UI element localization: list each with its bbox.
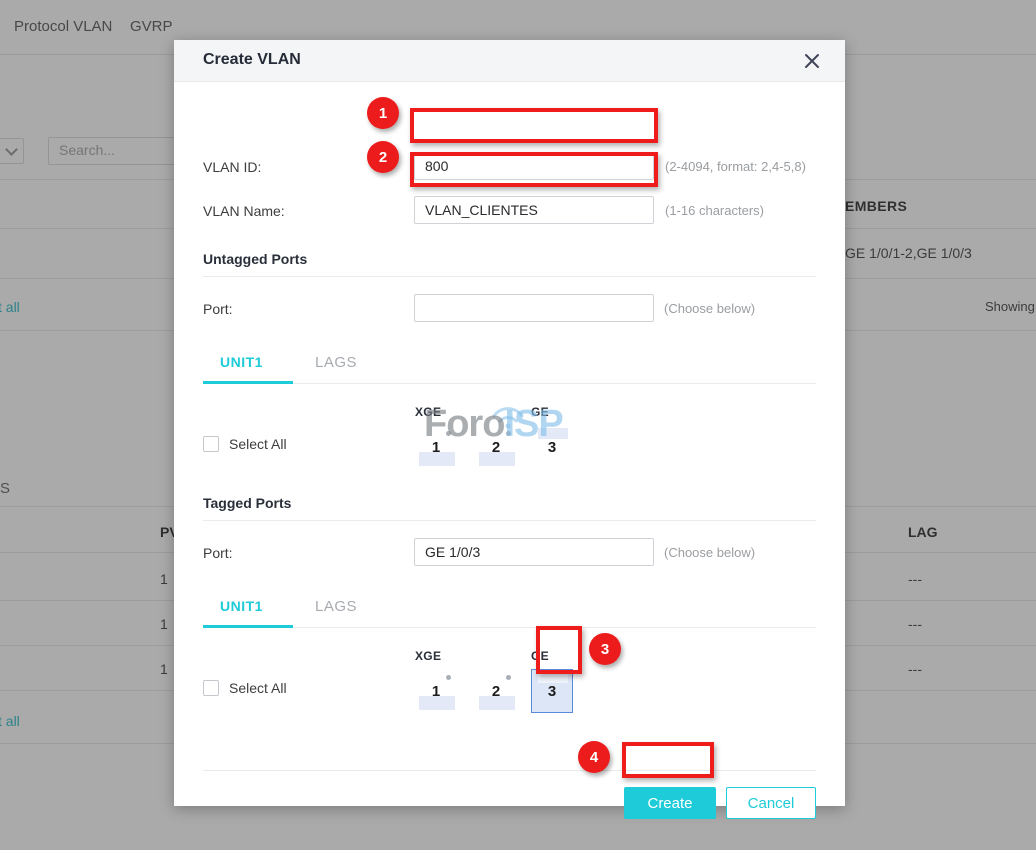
untagged-port-label: Port: [203,301,233,317]
untagged-tab-lags[interactable]: LAGS [315,354,357,371]
tagged-tab-lags[interactable]: LAGS [315,598,357,615]
dialog-body: VLAN ID: 800 (2-4094, format: 2,4-5,8) V… [174,82,845,819]
dialog-title: Create VLAN [203,51,301,68]
untagged-tabs: UNIT1 LAGS [203,354,816,384]
annotation-badge-3: 3 [589,633,621,665]
tagged-tabs: UNIT1 LAGS [203,598,816,628]
footer-divider [203,770,816,771]
annotation-badge-4: 4 [578,741,610,773]
tagged-tab-active-indicator [203,625,293,628]
untagged-group-label-ge: GE [531,405,549,419]
untagged-port-ge-3[interactable]: 3 [531,425,573,469]
untagged-select-all-label: Select All [229,436,287,452]
port-led-icon [506,431,511,436]
tagged-port-input[interactable]: GE 1/0/3 [414,538,654,566]
vlan-name-label: VLAN Name: [203,203,285,219]
dialog-header: Create VLAN [174,40,845,82]
tagged-port-hint: (Choose below) [664,545,756,560]
annotation-badge-1: 1 [367,97,399,129]
tagged-port-number: 1 [431,683,441,700]
port-led-icon [446,431,451,436]
untagged-port-number: 3 [547,439,557,456]
tagged-group-label-ge: GE [531,649,549,663]
tagged-port-label: Port: [203,545,233,561]
tagged-port-number: 2 [491,683,501,700]
tagged-select-all-checkbox[interactable] [203,680,219,696]
untagged-port-group-ge: GE 3 [531,405,591,475]
untagged-tab-unit1[interactable]: UNIT1 [220,354,263,370]
tagged-ports-section-title: Tagged Ports [203,495,292,511]
tabs-divider [203,383,816,384]
vlan-name-input[interactable]: VLAN_CLIENTES [414,196,654,224]
port-led-icon [506,675,511,680]
create-button[interactable]: Create [624,787,716,819]
untagged-port-group-xge: XGE 1 2 [415,405,517,475]
port-connector-icon [538,428,568,439]
untagged-port-number: 2 [491,439,501,456]
tagged-group-label-xge: XGE [415,649,442,663]
vlan-id-label: VLAN ID: [203,159,262,175]
annotation-badge-2: 2 [367,141,399,173]
vlan-id-hint: (2-4094, format: 2,4-5,8) [665,159,806,174]
untagged-select-all-checkbox[interactable] [203,436,219,452]
port-connector-icon [538,672,568,683]
tagged-port-ge-3[interactable]: 3 [531,669,573,713]
untagged-ports-section-title: Untagged Ports [203,251,308,267]
untagged-select-all[interactable]: Select All [203,436,287,452]
tagged-port-group-ge: GE 3 [531,649,591,719]
tagged-port-xge-1[interactable]: 1 [415,669,457,713]
port-led-icon [446,675,451,680]
tagged-tab-unit1[interactable]: UNIT1 [220,598,263,614]
create-vlan-dialog: Create VLAN VLAN ID: 800 (2-4094, format… [174,40,845,819]
untagged-port-hint: (Choose below) [664,301,756,316]
vlan-id-input[interactable]: 800 [414,152,654,180]
section-divider [203,520,816,521]
tagged-select-all-label: Select All [229,680,287,696]
tagged-port-xge-2[interactable]: 2 [475,669,517,713]
untagged-port-number: 1 [431,439,441,456]
tagged-port-group-xge: XGE 1 2 [415,649,517,719]
tagged-select-all[interactable]: Select All [203,680,287,696]
section-divider [203,276,816,277]
vlan-name-hint: (1-16 characters) [665,203,764,218]
untagged-group-label-xge: XGE [415,405,442,419]
tagged-port-number: 3 [547,683,557,700]
close-icon[interactable] [801,50,823,72]
cancel-button[interactable]: Cancel [726,787,816,819]
untagged-tab-active-indicator [203,381,293,384]
tabs-divider [203,627,816,628]
untagged-port-xge-1[interactable]: 1 [415,425,457,469]
untagged-port-input[interactable] [414,294,654,322]
untagged-port-xge-2[interactable]: 2 [475,425,517,469]
